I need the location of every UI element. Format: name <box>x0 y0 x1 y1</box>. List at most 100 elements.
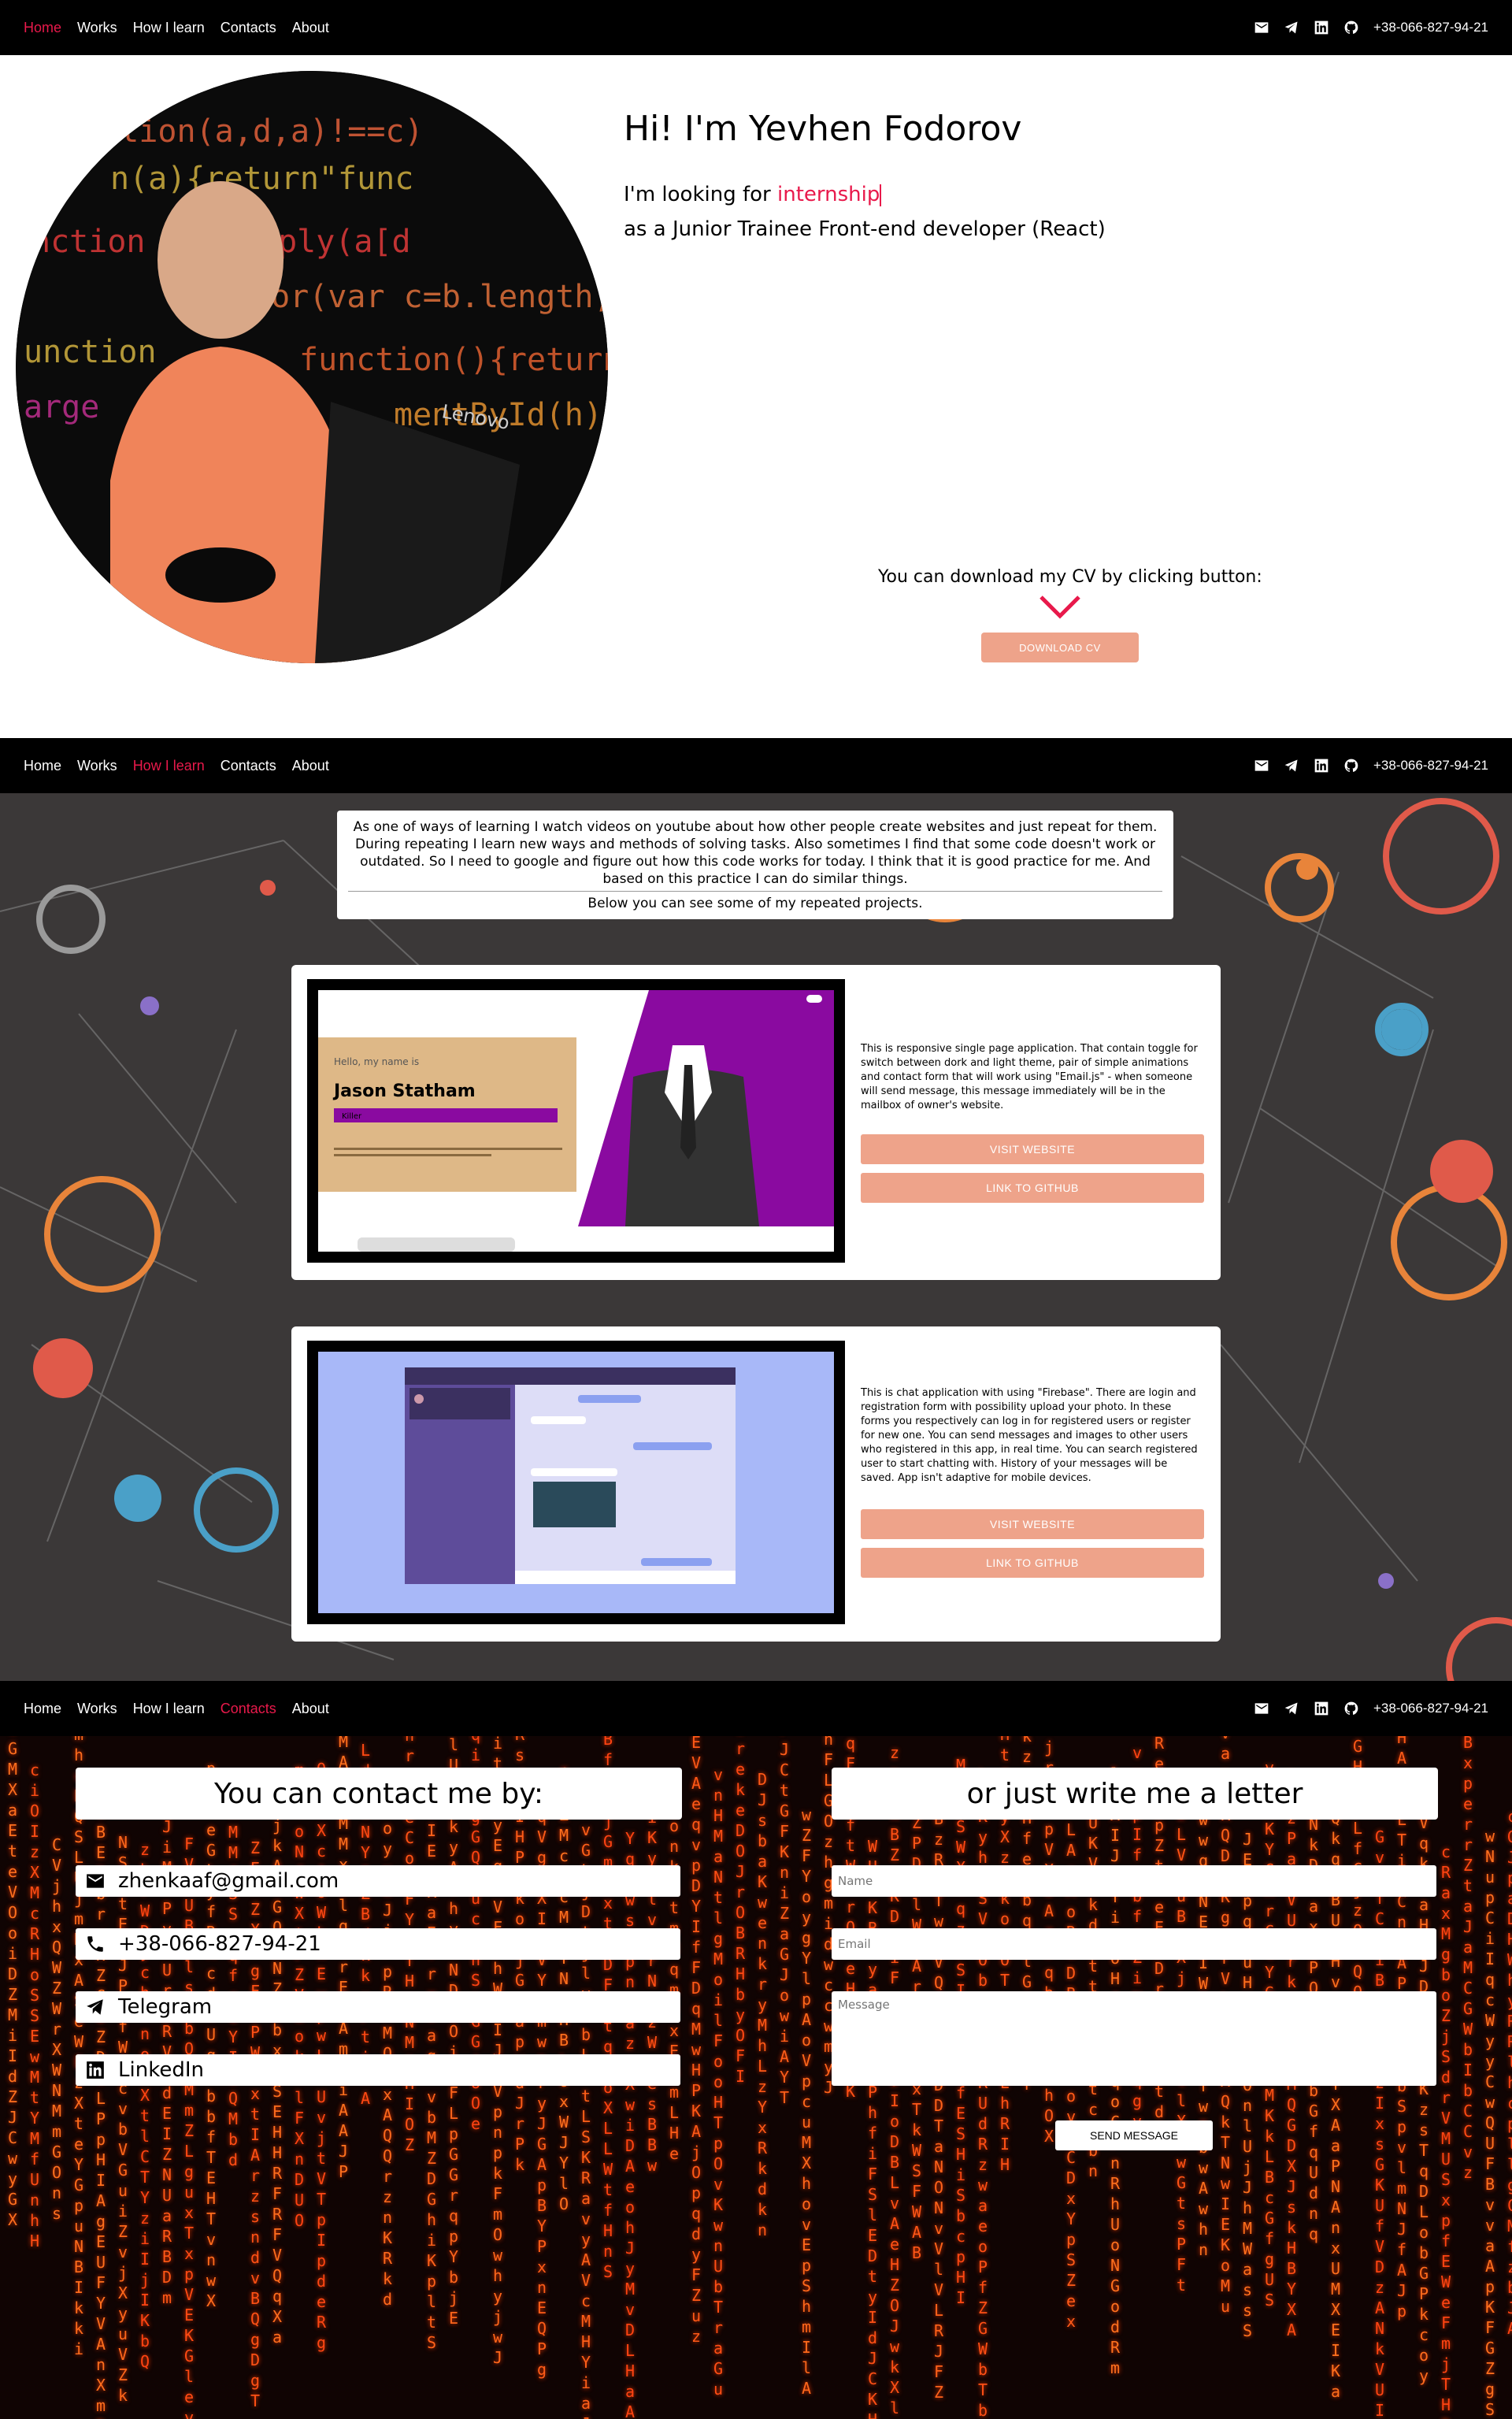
nav-phone[interactable]: +38-066-827-94-21 <box>1373 758 1488 774</box>
mail-icon[interactable] <box>1254 20 1269 35</box>
github-icon[interactable] <box>1343 1701 1359 1716</box>
nav-contacts: +38-066-827-94-21 <box>1254 758 1488 774</box>
matrix-rain-column: SUitLHyEqDVFehWvIJaVpnpkFmOwhyjwJ <box>492 1736 503 2367</box>
send-message-button[interactable]: SEND MESSAGE <box>1055 2120 1213 2150</box>
matrix-rain-column: YSEVAeqvpDYIfFDqMwHPKAjOpqdyFZuz <box>691 1736 702 2346</box>
top-nav: Home Works How I learn Contacts About +38-06… <box>0 0 1512 55</box>
matrix-rain-column: wNupCiIqcWyyCwQUFBvvaApKFGZgSp <box>1484 1827 1495 2419</box>
visit-website-button[interactable]: VISIT WEBSITE <box>861 1134 1204 1164</box>
profile-photo: unction(a,d,a)!==c) n(a){return"func nct… <box>16 71 608 663</box>
nav-phone[interactable]: +38-066-827-94-21 <box>1373 20 1488 35</box>
project-card: Hello, my name is Jason Statham Killer T… <box>291 965 1221 1280</box>
linkedin-icon[interactable] <box>1314 758 1329 774</box>
project-description: This is responsive single page applicati… <box>861 1043 1198 1111</box>
contact-telegram[interactable]: Telegram <box>76 1991 680 2023</box>
nav-link-contacts[interactable]: Contacts <box>220 1701 276 1717</box>
contact-linkedin-text: LinkedIn <box>118 2058 204 2082</box>
phone-icon <box>87 1936 103 1952</box>
nav-link-contacts[interactable]: Contacts <box>220 758 276 774</box>
telegram-icon[interactable] <box>1284 1701 1299 1716</box>
nav-phone[interactable]: +38-066-827-94-21 <box>1373 1701 1488 1716</box>
matrix-rain-column: BUJiMmPvfUrJRVudEIZNUaRBDm <box>161 1776 172 2307</box>
github-icon[interactable] <box>1343 758 1359 774</box>
preview-role: Killer <box>342 1112 362 1121</box>
nav-link-home[interactable]: Home <box>24 1701 61 1717</box>
contact-title: You can contact me by: <box>76 1768 682 1820</box>
mail-icon[interactable] <box>1254 758 1269 774</box>
svg-text:function(){return a: function(){return a <box>299 342 608 378</box>
nav-link-contacts[interactable]: Contacts <box>220 20 276 36</box>
project-preview-portfolio[interactable]: Hello, my name is Jason Statham Killer <box>307 979 845 1263</box>
nav-link-how-i-learn[interactable]: How I learn <box>133 20 205 36</box>
nav-link-about[interactable]: About <box>292 1701 329 1717</box>
matrix-rain-column: uRMMCSSyqfcCYIZQMbd <box>228 1782 239 2169</box>
download-cv-button[interactable]: DOWNLOAD CV <box>981 633 1139 662</box>
matrix-rain-column: IrekeDOJrOBRHbyOFI <box>735 1736 746 2086</box>
preview-name: Jason Statham <box>332 1082 476 1101</box>
telegram-icon[interactable] <box>1284 758 1299 774</box>
cv-prompt: You can download my CV by clicking butto… <box>878 567 1262 587</box>
hero-title: Hi! I'm Yevhen Fodorov <box>624 109 1022 149</box>
email-input[interactable] <box>832 1928 1436 1960</box>
matrix-rain-column: dGMXaEteVOoiDZMiIdZJCwyGX <box>7 1736 18 2229</box>
project-preview-chat[interactable] <box>307 1341 845 1624</box>
works-section: As one of ways of learning I watch video… <box>0 793 1512 1681</box>
matrix-rain-column: vnHMaNtlgMoilFooHTpOvKwnUbTraGu <box>713 1765 724 2399</box>
nav-link-how-i-learn[interactable]: How I learn <box>133 1701 205 1717</box>
mail-icon[interactable] <box>1254 1701 1269 1716</box>
hero-section: unction(a,d,a)!==c) n(a){return"func nct… <box>0 55 1512 738</box>
hero-role-line: as a Junior Trainee Front-end developer … <box>624 217 1106 241</box>
svg-text:arge: arge <box>24 389 99 425</box>
nav-link-how-i-learn[interactable]: How I learn <box>133 758 205 774</box>
intro-divider <box>348 891 1162 892</box>
visit-website-button[interactable]: VISIT WEBSITE <box>861 1509 1204 1539</box>
matrix-rain-column: CnZMcjcMMTNgHBLOxWJYlO <box>558 1764 569 2213</box>
github-link-button[interactable]: LINK TO GITHUB <box>861 1548 1204 1578</box>
message-textarea[interactable] <box>832 1991 1436 2086</box>
github-icon[interactable] <box>1343 20 1359 35</box>
linkedin-icon <box>87 2061 104 2079</box>
nav-link-home[interactable]: Home <box>24 20 61 36</box>
nav-link-works[interactable]: Works <box>77 758 117 774</box>
telegram-icon[interactable] <box>1284 20 1299 35</box>
nav-links: Home Works How I learn Contacts About <box>24 758 329 774</box>
hero-intro-line: I'm looking for internship <box>624 183 882 206</box>
github-link-button[interactable]: LINK TO GITHUB <box>861 1173 1204 1203</box>
matrix-rain-column: ZEAZXAgFEPWixtIArzsndvBQgDgT <box>250 1838 261 2410</box>
matrix-rain-column: AIonkStmNqmvxEmmLHe <box>669 1775 680 2163</box>
svg-text:for(var c=b.length,: for(var c=b.length, <box>252 279 608 315</box>
nav-link-about[interactable]: About <box>292 758 329 774</box>
matrix-rain-column: FVLUBGlsBbORMmZLguxTxpVEKGleyOSQ <box>183 1835 195 2419</box>
telegram-icon <box>87 1999 103 2015</box>
contact-email[interactable]: zhenkaaf@gmail.com <box>76 1865 680 1897</box>
mail-icon <box>87 1874 104 1888</box>
nav-link-works[interactable]: Works <box>77 1701 117 1717</box>
name-input[interactable] <box>832 1865 1436 1897</box>
nav-link-home[interactable]: Home <box>24 758 61 774</box>
typing-cursor <box>880 184 882 206</box>
matrix-rain-column: vGkjDtjlvSbLFtLSKRavyAVcMHYiaJhwE <box>580 1820 591 2419</box>
nav-link-about[interactable]: About <box>292 20 329 36</box>
nav-contacts: +38-066-827-94-21 <box>1254 1701 1488 1716</box>
matrix-rain-column: mhcBQSLUjmNxASeWEzXteYGpuNBIkki <box>73 1736 84 2358</box>
nav-link-works[interactable]: Works <box>77 20 117 36</box>
linkedin-icon[interactable] <box>1314 1701 1329 1716</box>
matrix-rain-column: vlUtlkyAEhyzNDoOivFLpGGrqpYbjE <box>448 1736 459 2328</box>
matrix-rain-column: DJsbaKwenkryMhLzYxRkdkn <box>757 1770 768 2239</box>
contacts-nav: Home Works How I learn Contacts About +38-06… <box>0 1681 1512 1736</box>
hero-typed-word: internship <box>777 183 880 206</box>
contact-phone[interactable]: +38-066-827-94-21 <box>76 1928 680 1960</box>
nav-links: Home Works How I learn Contacts About <box>24 20 329 36</box>
matrix-rain-column: YqdwsupnMazAXwiDAeohJyMvDLHaARk <box>624 1829 636 2419</box>
matrix-rain-column: NSEtEDJPBfWTcvbVGuiZvjXyuVZk <box>117 1833 128 2405</box>
svg-text:unction(a,d,a)!==c): unction(a,d,a)!==c) <box>63 113 424 150</box>
matrix-rain-column: cGJpaDHWhyRRlhcpllgCMfzbJA <box>1506 1807 1512 2338</box>
linkedin-icon[interactable] <box>1314 20 1329 35</box>
works-intro-after: Below you can see some of my repeated pr… <box>587 896 923 911</box>
matrix-rain-column: wyUKVDkdfttVGlvtcabn <box>1088 1772 1099 2180</box>
works-intro: As one of ways of learning I watch video… <box>337 811 1173 919</box>
nav-contacts: +38-066-827-94-21 <box>1254 20 1488 35</box>
project-description: This is chat application with using "Fir… <box>861 1387 1198 1484</box>
svg-text:n(a){return"func: n(a){return"func <box>110 161 413 197</box>
contact-linkedin[interactable]: LinkedIn <box>76 2054 680 2086</box>
